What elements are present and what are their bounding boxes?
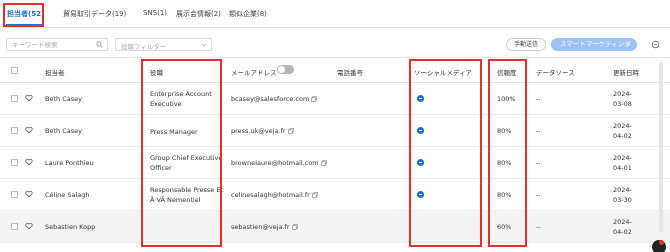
tab-exhibitions[interactable]: 展示会情報(2) (176, 9, 221, 19)
header-source[interactable]: データソース (536, 67, 575, 77)
contact-name[interactable]: Laure Ponthieu (45, 159, 94, 167)
chat-widget-icon[interactable] (652, 240, 666, 252)
contact-title: Press Manager (150, 128, 198, 136)
tab-trade-data[interactable]: 貿易取引データ(19) (63, 9, 126, 19)
contact-name[interactable]: Céline Salagh (45, 191, 89, 199)
confidence-value: 80% (497, 159, 512, 167)
row-checkbox[interactable] (11, 223, 18, 230)
confidence-value: 80% (497, 127, 512, 135)
data-source: -- (536, 191, 541, 199)
contact-email[interactable]: celinesalagh@hotmail.fr (231, 191, 318, 199)
data-source: -- (536, 127, 541, 135)
table-header: 担当者 役職 メールアドレス 電話番号 ソーシャルメディア 信頼度 データソース… (0, 57, 670, 83)
copy-icon[interactable] (312, 192, 318, 198)
header-social[interactable]: ソーシャルメディア (414, 67, 472, 77)
chevron-down-icon (201, 43, 207, 47)
header-updated[interactable]: 更新日時 (613, 67, 639, 77)
scrollbar[interactable] (659, 62, 663, 232)
role-filter-select[interactable]: 役職フィルター (115, 38, 212, 51)
copy-icon[interactable] (291, 224, 298, 230)
row-checkbox[interactable] (11, 159, 18, 166)
email-text: browneIaure@hotmail.com (231, 159, 319, 167)
copy-icon[interactable] (287, 128, 294, 134)
contact-name[interactable]: Beth Casey (45, 127, 82, 135)
contact-name[interactable]: Sebastien Kopp (45, 223, 95, 231)
smart-marketing-label: スマートマーケティング (560, 40, 631, 48)
contact-title: Group Chief Executive Officer (150, 154, 223, 172)
search-input[interactable] (12, 39, 96, 50)
linkedin-icon[interactable] (417, 191, 424, 198)
email-toggle[interactable] (277, 65, 294, 74)
linkedin-icon[interactable] (417, 95, 424, 102)
tab-sns[interactable]: SNS(1) (143, 9, 167, 17)
search-icon[interactable] (96, 41, 103, 48)
header-phone[interactable]: 電話番号 (337, 67, 363, 77)
confidence-value: 100% (497, 95, 516, 103)
chevron-down-icon (626, 43, 631, 47)
table-row[interactable]: Sebastien Kopp sebastien@veja.fr 60% -- … (0, 211, 670, 243)
table-row[interactable]: Beth Casey Enterprise Account Executive … (0, 83, 670, 115)
confidence-value: 80% (497, 191, 512, 199)
row-checkbox[interactable] (11, 191, 18, 198)
role-filter-placeholder: 役職フィルター (121, 43, 167, 51)
updated-date: 2024-03-30 (613, 186, 632, 204)
active-tab-indicator (6, 24, 42, 26)
settings-icon[interactable] (651, 40, 660, 49)
tab-bar: 担当者(52) 貿易取引データ(19) SNS(1) 展示会情報(2) 類似企業… (0, 0, 670, 28)
linkedin-icon[interactable] (417, 127, 424, 134)
table-row[interactable]: Céline Salagh Responsable Presse Et Ã VÃ… (0, 179, 670, 211)
email-text: sebastien@veja.fr (231, 223, 290, 231)
contact-title: Responsable Presse Et Ã VÃ Nementiel (150, 186, 224, 204)
table-row[interactable]: Beth Casey Press Manager press.uk@veja.f… (0, 115, 670, 147)
email-text: press.uk@veja.fr (231, 127, 286, 135)
copy-icon[interactable] (311, 96, 317, 102)
updated-date: 2024-03-08 (613, 90, 632, 108)
row-checkbox[interactable] (11, 95, 18, 102)
heart-icon[interactable] (25, 94, 33, 102)
header-confidence[interactable]: 信頼度 (497, 67, 517, 77)
updated-date: 2024-04-02 (613, 218, 632, 236)
select-all-checkbox[interactable] (11, 67, 18, 74)
contact-email[interactable]: browneIaure@hotmail.com (231, 159, 327, 167)
header-email[interactable]: メールアドレス (231, 67, 277, 77)
heart-icon[interactable] (25, 126, 33, 134)
updated-date: 2024-04-02 (613, 122, 632, 140)
contact-email[interactable]: sebastien@veja.fr (231, 223, 298, 231)
confidence-value: 60% (497, 223, 512, 231)
smart-marketing-button[interactable]: スマートマーケティング (551, 38, 637, 51)
copy-icon[interactable] (320, 160, 327, 166)
data-source: -- (536, 223, 541, 231)
heart-icon[interactable] (25, 222, 33, 230)
header-contact[interactable]: 担当者 (45, 67, 65, 77)
data-source: -- (536, 95, 541, 103)
keyword-search (6, 38, 108, 51)
tab-contacts[interactable]: 担当者(52) (7, 9, 44, 19)
manual-send-button[interactable]: 手動送信 (506, 38, 546, 51)
contact-name[interactable]: Beth Casey (45, 95, 82, 103)
email-text: bcasey@salesforce.com (231, 95, 310, 103)
heart-icon[interactable] (25, 190, 33, 198)
data-source: -- (536, 159, 541, 167)
row-checkbox[interactable] (11, 127, 18, 134)
tab-similar-companies[interactable]: 類似企業(8) (229, 9, 267, 19)
email-text: celinesalagh@hotmail.fr (231, 191, 310, 199)
table-row[interactable]: Laure Ponthieu Group Chief Executive Off… (0, 147, 670, 179)
contact-email[interactable]: press.uk@veja.fr (231, 127, 294, 135)
contact-title: Enterprise Account Executive (150, 90, 212, 108)
linkedin-icon[interactable] (417, 159, 424, 166)
header-title[interactable]: 役職 (150, 67, 163, 77)
contact-email[interactable]: bcasey@salesforce.com (231, 95, 317, 103)
heart-icon[interactable] (25, 158, 33, 166)
updated-date: 2024-04-01 (613, 154, 632, 172)
